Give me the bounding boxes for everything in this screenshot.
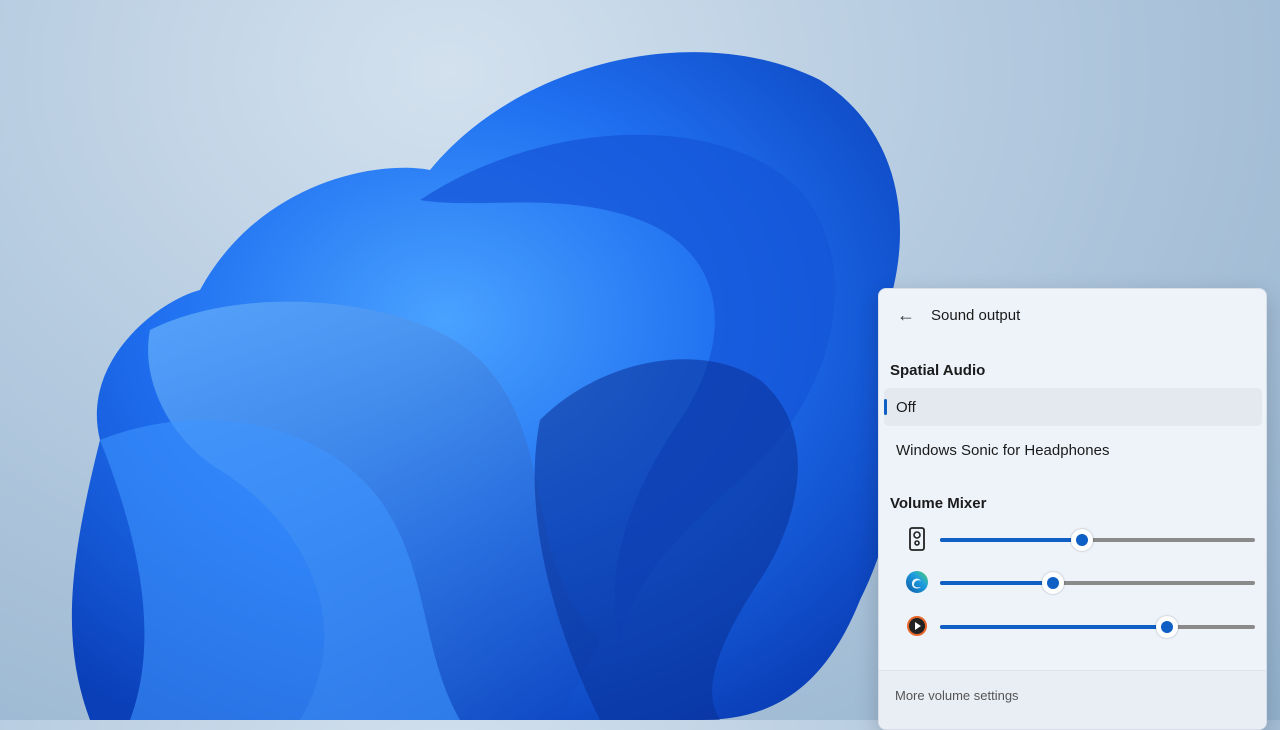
more-volume-settings-link[interactable]: More volume settings — [895, 688, 1019, 703]
speaker-volume-slider[interactable] — [940, 529, 1255, 551]
slider-thumb[interactable] — [1042, 572, 1065, 594]
mixer-row-media-player — [905, 611, 1255, 641]
back-arrow-icon[interactable]: ← — [897, 305, 917, 325]
edge-volume-slider[interactable] — [940, 572, 1255, 594]
flyout-footer: More volume settings — [879, 670, 1266, 729]
flyout-header: ← Sound output — [897, 305, 1020, 325]
spatial-audio-heading: Spatial Audio — [890, 362, 986, 379]
mixer-row-speakers — [905, 524, 1255, 554]
volume-mixer-heading: Volume Mixer — [890, 495, 987, 512]
media-player-icon — [907, 616, 927, 636]
option-label: Off — [896, 398, 916, 416]
spatial-audio-option-off[interactable]: Off — [884, 388, 1262, 426]
slider-thumb[interactable] — [1070, 529, 1093, 551]
edge-browser-icon — [906, 571, 928, 593]
sound-output-flyout: ← Sound output Spatial Audio Off Windows… — [878, 288, 1267, 730]
speaker-icon — [909, 527, 925, 551]
slider-thumb[interactable] — [1155, 616, 1178, 638]
option-label: Windows Sonic for Headphones — [896, 441, 1110, 459]
mixer-row-edge — [905, 567, 1255, 597]
flyout-title: Sound output — [931, 306, 1021, 324]
spatial-audio-option-windows-sonic[interactable]: Windows Sonic for Headphones — [884, 431, 1262, 469]
media-player-volume-slider[interactable] — [940, 616, 1255, 638]
